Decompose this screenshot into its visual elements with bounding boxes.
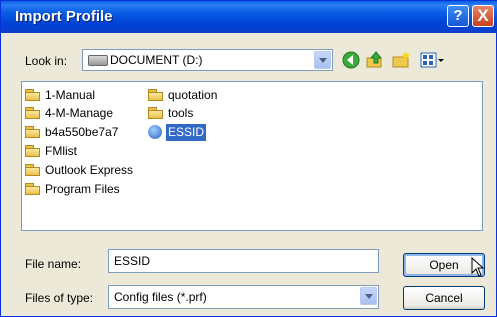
files-of-type-dropdown[interactable]: Config files (*.prf) [108, 285, 379, 309]
folder-icon [148, 107, 164, 119]
look-in-value: DOCUMENT (D:) [110, 53, 203, 67]
folder-label: quotation [168, 88, 218, 102]
files-of-type-label: Files of type: [25, 291, 94, 305]
back-icon[interactable] [341, 50, 361, 70]
folder-label: b4a550be7a7 [45, 125, 119, 139]
folder-label: Outlook Express [45, 163, 134, 177]
file-name-input[interactable]: ESSID [108, 249, 379, 273]
cancel-button[interactable]: Cancel [403, 286, 485, 310]
folder-icon [25, 126, 41, 138]
look-in-dropdown-arrow[interactable] [314, 51, 331, 69]
look-in-dropdown[interactable]: DOCUMENT (D:) [82, 49, 333, 71]
title-bar[interactable]: Import Profile ? X [1, 1, 497, 33]
mouse-cursor-icon [471, 257, 485, 277]
file-label: ESSID [166, 124, 207, 141]
file-name-label: File name: [25, 257, 82, 271]
config-file-icon [148, 125, 162, 139]
files-of-type-value: Config files (*.prf) [114, 290, 207, 304]
view-menu-icon[interactable] [419, 50, 445, 70]
files-of-type-dropdown-arrow[interactable] [360, 287, 377, 305]
up-folder-icon[interactable] [365, 50, 385, 70]
folder-icon [25, 107, 41, 119]
new-folder-icon[interactable] [391, 50, 411, 70]
look-in-label: Look in: [25, 54, 68, 68]
dialog-title: Import Profile [15, 8, 113, 25]
help-button[interactable]: ? [447, 5, 469, 27]
folder-icon [25, 183, 41, 195]
drive-icon [88, 55, 108, 66]
folder-label: tools [168, 106, 194, 120]
close-button[interactable]: X [472, 5, 494, 27]
folder-label: Program Files [45, 182, 120, 196]
import-profile-dialog: Import Profile ? X Look in: DOCUMENT (D:… [0, 0, 497, 317]
folder-icon [25, 164, 41, 176]
folder-icon [25, 89, 41, 101]
folder-label: 1-Manual [45, 88, 96, 102]
folder-icon [148, 89, 164, 101]
file-list[interactable]: 1-Manual 4-M-Manage b4a550be7a7 FMlist O… [21, 81, 483, 231]
folder-icon [25, 145, 41, 157]
folder-label: FMlist [45, 144, 77, 158]
folder-label: 4-M-Manage [45, 106, 114, 120]
